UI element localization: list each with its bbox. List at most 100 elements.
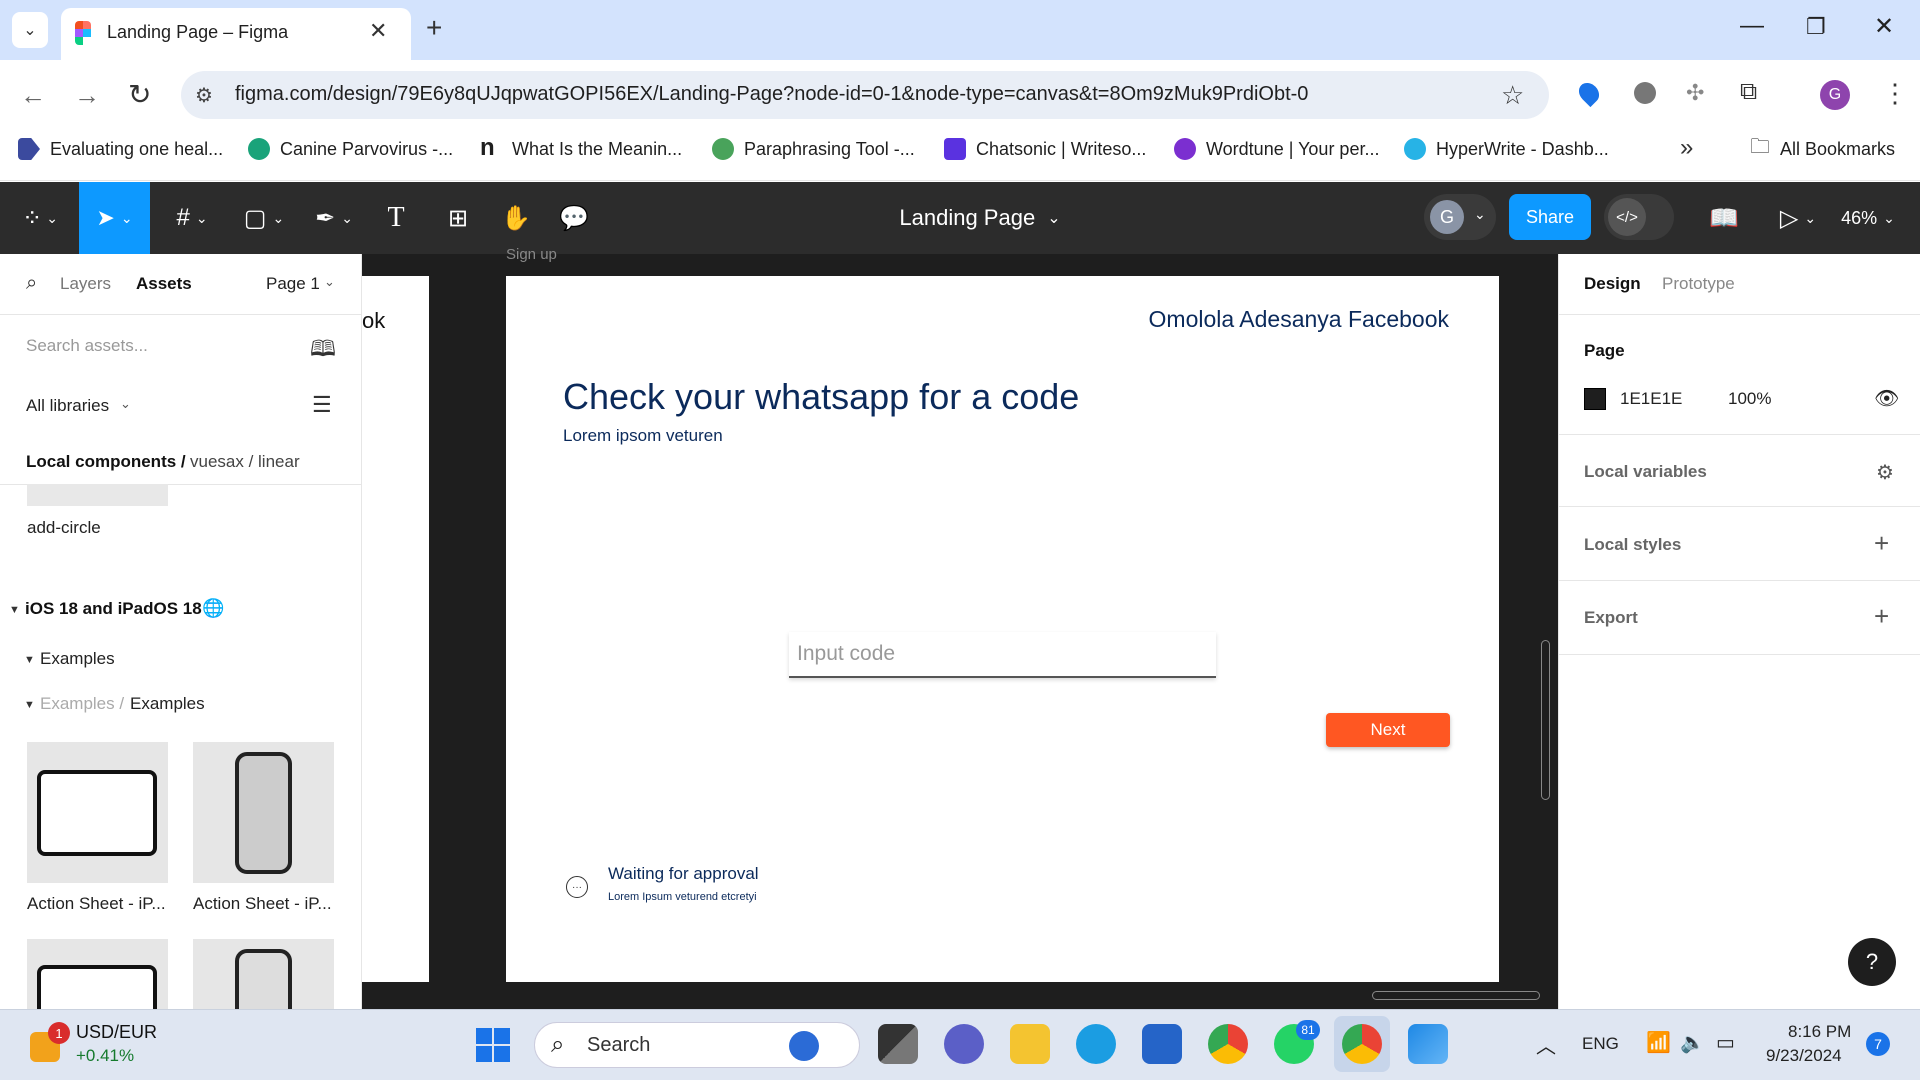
book-icon[interactable]: 🕮 bbox=[310, 332, 336, 370]
help-button[interactable]: ? bbox=[1848, 938, 1896, 986]
local-styles-label[interactable]: Local styles bbox=[1584, 535, 1681, 555]
notification-badge[interactable]: 7 bbox=[1866, 1032, 1890, 1056]
variables-settings-icon[interactable]: ⚙ bbox=[1876, 460, 1894, 485]
bookmark-star-icon[interactable]: ☆ bbox=[1501, 80, 1524, 111]
address-bar[interactable]: ⚙ figma.com/design/79E6y8qUJqpwatGOPI56E… bbox=[181, 71, 1549, 119]
store-icon[interactable] bbox=[1142, 1024, 1182, 1064]
more-bookmarks-button[interactable]: » bbox=[1680, 134, 1693, 162]
move-tool-button[interactable]: ➤ ⌄ bbox=[79, 182, 150, 254]
caret-down-icon[interactable]: ▼ bbox=[24, 699, 35, 711]
export-label[interactable]: Export bbox=[1584, 608, 1638, 628]
vertical-scrollbar[interactable] bbox=[1541, 640, 1550, 800]
frame-tool-button[interactable]: # ⌄ bbox=[166, 196, 218, 240]
extension-globe-icon[interactable] bbox=[1634, 82, 1656, 104]
shape-tool-button[interactable]: ▢ ⌄ bbox=[238, 196, 290, 240]
battery-icon[interactable]: ▭ bbox=[1716, 1030, 1735, 1055]
asset-label[interactable]: Action Sheet - iP... bbox=[193, 894, 332, 914]
extension-puzzle-gray-icon[interactable]: ✣ bbox=[1686, 80, 1704, 106]
breadcrumb-root[interactable]: Local components / bbox=[26, 452, 186, 472]
new-tab-button[interactable]: + bbox=[426, 12, 442, 44]
present-button[interactable]: ▷ ⌄ bbox=[1772, 196, 1824, 240]
library-book-icon[interactable]: 📖 bbox=[1706, 196, 1742, 240]
page-opacity[interactable]: 100% bbox=[1728, 389, 1771, 409]
component-thumbnail[interactable] bbox=[27, 484, 168, 506]
caret-down-icon[interactable]: ▼ bbox=[9, 604, 20, 616]
chrome-menu-icon[interactable]: ⋮ bbox=[1882, 78, 1908, 109]
main-menu-button[interactable]: ⁘ ⌄ bbox=[16, 196, 64, 240]
edge-icon[interactable] bbox=[1076, 1024, 1116, 1064]
chevron-up-icon[interactable]: ︿ bbox=[1536, 1030, 1556, 1059]
dev-mode-toggle[interactable]: </> bbox=[1604, 194, 1674, 240]
signup-frame[interactable]: Omolola Adesanya Facebook Check your wha… bbox=[506, 276, 1499, 982]
tab-search-button[interactable]: ⌄ bbox=[12, 12, 48, 48]
asset-thumbnail-ipad[interactable] bbox=[27, 742, 168, 883]
bookmark-item[interactable]: Canine Parvovirus -... bbox=[248, 138, 453, 160]
file-explorer-icon[interactable] bbox=[1010, 1024, 1050, 1064]
window-close-icon[interactable]: ✕ bbox=[1874, 12, 1894, 41]
component-name[interactable]: add-circle bbox=[27, 518, 101, 538]
text-tool-button[interactable]: T bbox=[378, 196, 414, 240]
local-variables-label[interactable]: Local variables bbox=[1584, 462, 1707, 482]
tab-close-icon[interactable]: ✕ bbox=[369, 18, 387, 44]
asset-search-input[interactable]: Search assets... bbox=[26, 336, 148, 356]
page-color-value[interactable]: 1E1E1E bbox=[1620, 389, 1682, 409]
tab-assets[interactable]: Assets bbox=[136, 274, 192, 294]
resources-tool-button[interactable]: ⊞ bbox=[440, 196, 476, 240]
volume-icon[interactable]: 🔈 bbox=[1680, 1030, 1705, 1055]
taskbar-search[interactable]: ⌕ Search bbox=[534, 1022, 860, 1068]
language-indicator[interactable]: ENG bbox=[1582, 1034, 1619, 1054]
photos-icon[interactable] bbox=[1408, 1024, 1448, 1064]
search-icon[interactable]: ⌕ bbox=[26, 272, 37, 295]
asset-thumbnail-iphone[interactable] bbox=[193, 939, 334, 1009]
code-input[interactable]: Input code bbox=[789, 632, 1216, 678]
comment-tool-button[interactable]: 💬 bbox=[556, 196, 592, 240]
library-name[interactable]: iOS 18 and iPadOS 18 bbox=[25, 599, 202, 619]
bookmark-item[interactable]: Chatsonic | Writeso... bbox=[944, 138, 1146, 160]
start-button[interactable] bbox=[476, 1028, 510, 1062]
site-settings-icon[interactable]: ⚙ bbox=[195, 83, 213, 108]
back-icon[interactable]: ← bbox=[20, 80, 46, 111]
page-color-swatch[interactable] bbox=[1584, 388, 1606, 410]
restore-icon[interactable]: ❐ bbox=[1806, 14, 1826, 40]
url-text[interactable]: figma.com/design/79E6y8qUJqpwatGOPI56EX/… bbox=[235, 83, 1308, 106]
share-button[interactable]: Share bbox=[1509, 194, 1591, 240]
group-name[interactable]: Examples bbox=[40, 649, 115, 669]
file-title-button[interactable]: Landing Page ⌄ bbox=[880, 196, 1080, 240]
all-bookmarks-button[interactable]: 🗀 All Bookmarks bbox=[1750, 136, 1895, 160]
pen-tool-button[interactable]: ✒ ⌄ bbox=[308, 196, 360, 240]
bookmark-item[interactable]: Evaluating one heal... bbox=[18, 138, 223, 160]
asset-thumbnail-iphone[interactable] bbox=[193, 742, 334, 883]
libraries-dropdown[interactable]: All libraries bbox=[26, 396, 109, 416]
bookmark-item[interactable]: HyperWrite - Dashb... bbox=[1404, 138, 1609, 160]
hand-tool-button[interactable]: ✋ bbox=[498, 196, 534, 240]
add-style-icon[interactable]: + bbox=[1874, 528, 1889, 559]
bookmark-item[interactable]: Paraphrasing Tool -... bbox=[712, 138, 915, 160]
tab-prototype[interactable]: Prototype bbox=[1662, 274, 1735, 294]
extensions-icon[interactable]: ⧉ bbox=[1740, 78, 1757, 106]
tab-design[interactable]: Design bbox=[1584, 274, 1641, 294]
page-selector[interactable]: Page 1 bbox=[266, 274, 320, 294]
zoom-menu[interactable]: 46% ⌄ bbox=[1838, 196, 1898, 240]
bookmark-item[interactable]: n What Is the Meanin... bbox=[480, 136, 682, 160]
multiplayer-avatars[interactable]: G ⌄ bbox=[1424, 194, 1496, 240]
reload-icon[interactable]: ↻ bbox=[128, 78, 151, 111]
teams-icon[interactable] bbox=[944, 1024, 984, 1064]
caret-down-icon[interactable]: ▼ bbox=[24, 654, 35, 666]
subgroup-name[interactable]: Examples bbox=[130, 694, 205, 714]
next-button[interactable]: Next bbox=[1326, 713, 1450, 747]
chrome-icon[interactable] bbox=[1208, 1024, 1248, 1064]
add-export-icon[interactable]: + bbox=[1874, 601, 1889, 632]
clock-date[interactable]: 9/23/2024 bbox=[1766, 1046, 1842, 1066]
wifi-icon[interactable]: 📶 bbox=[1646, 1030, 1671, 1055]
forward-icon[interactable]: → bbox=[74, 80, 100, 111]
profile-avatar[interactable]: G bbox=[1820, 80, 1850, 110]
asset-thumbnail-ipad[interactable] bbox=[27, 939, 168, 1009]
asset-label[interactable]: Action Sheet - iP... bbox=[27, 894, 166, 914]
clock-time[interactable]: 8:16 PM bbox=[1788, 1022, 1851, 1042]
weather-widget[interactable]: 1 USD/EUR +0.41% bbox=[24, 1022, 174, 1072]
tab-layers[interactable]: Layers bbox=[60, 274, 111, 294]
list-view-icon[interactable]: ☰ bbox=[312, 392, 332, 418]
horizontal-scrollbar[interactable] bbox=[1372, 991, 1540, 1000]
breadcrumb-path[interactable]: vuesax / linear bbox=[190, 452, 300, 472]
minimize-icon[interactable]: — bbox=[1740, 12, 1764, 40]
